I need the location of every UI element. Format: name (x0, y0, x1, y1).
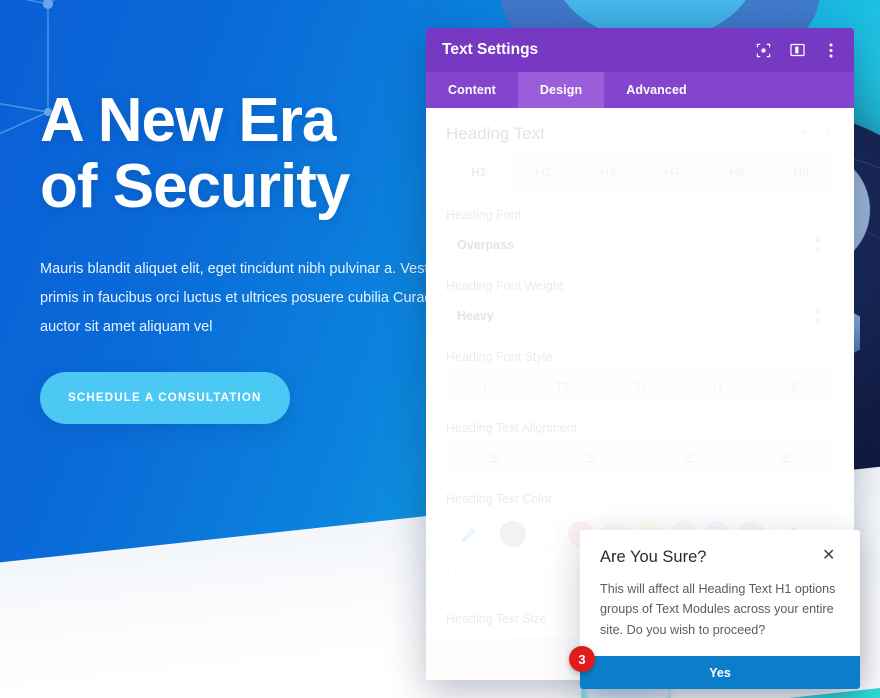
stepper-arrows-icon: ▲ ▼ (813, 234, 823, 256)
confirm-yes-button[interactable]: Yes (580, 656, 860, 690)
heading-level-h1[interactable]: H1 (447, 157, 512, 187)
heading-font-style-field: Heading Font Style I TT Tt U S (446, 350, 834, 403)
panel-tab-bar: Content Design Advanced (426, 72, 854, 108)
swatch-gray[interactable] (500, 521, 526, 547)
heading-font-style-options: I TT Tt U S (446, 371, 834, 403)
panel-cancel-button[interactable]: × (426, 639, 569, 680)
heading-font-weight-select[interactable]: Heavy ▲ ▼ (446, 300, 834, 332)
confirm-dialog: Are You Sure? ✕ This will affect all Hea… (580, 530, 860, 690)
tab-content[interactable]: Content (426, 72, 518, 108)
tab-design[interactable]: Design (517, 72, 605, 108)
confirm-dialog-header: Are You Sure? ✕ (600, 548, 840, 567)
style-underline-icon[interactable]: U (679, 372, 757, 402)
section-more-vertical-icon[interactable]: ⋮ (821, 126, 834, 142)
heading-font-label: Heading Font (446, 208, 522, 222)
close-icon[interactable]: ✕ (822, 548, 840, 566)
tab-advanced[interactable]: Advanced (604, 72, 709, 108)
panel-header: Text Settings (426, 28, 854, 72)
focus-icon[interactable] (754, 41, 772, 59)
align-left-icon[interactable]: ☰ (447, 443, 544, 473)
confirm-dialog-message: This will affect all Heading Text H1 opt… (600, 582, 836, 637)
heading-font-select[interactable]: Overpass ▲ ▼ (446, 229, 834, 261)
heading-level-h2[interactable]: H2 (512, 157, 576, 187)
panel-header-actions (754, 41, 840, 59)
heading-text-alignment-label: Heading Text Alignment (446, 421, 578, 435)
style-capitalize-icon[interactable]: Tt (602, 372, 680, 402)
heading-font-value: Overpass (457, 238, 514, 252)
heading-font-style-label: Heading Font Style (446, 350, 553, 364)
style-strikethrough-icon[interactable]: S (757, 372, 833, 402)
confirm-dialog-title: Are You Sure? (600, 548, 707, 566)
heading-text-color-label: Heading Text Color (446, 492, 553, 506)
style-italic-icon[interactable]: I (447, 372, 525, 402)
confirm-dialog-body: Are You Sure? ✕ This will affect all Hea… (580, 530, 860, 656)
align-right-icon[interactable]: ☰ (641, 443, 738, 473)
heading-font-weight-label: Heading Font Weight (446, 279, 564, 293)
heading-level-h3[interactable]: H3 (576, 157, 641, 187)
align-center-icon[interactable]: ☰ (544, 443, 641, 473)
heading-level-tabs: H1 H2 H3 H4 H5 H6 (446, 156, 834, 188)
schedule-consultation-button[interactable]: SCHEDULE A CONSULTATION (40, 372, 290, 425)
heading-font-weight-value: Heavy (457, 309, 494, 323)
panel-title: Text Settings (442, 41, 539, 58)
heading-font-weight-field: Heading Font Weight Heavy ▲ ▼ (446, 279, 834, 332)
more-vertical-icon[interactable] (822, 41, 840, 59)
style-uppercase-icon[interactable]: TT (524, 372, 602, 402)
eyedropper-icon[interactable] (446, 513, 488, 555)
layout-icon[interactable] (788, 41, 806, 59)
heading-level-h4[interactable]: H4 (641, 157, 705, 187)
heading-text-alignment-options: ☰ ☰ ☰ ☰ (446, 442, 834, 474)
step-badge-3: 3 (569, 646, 595, 672)
section-title: Heading Text (446, 124, 545, 143)
heading-text-section-header: Heading Text ^ ⋮ (446, 124, 834, 144)
heading-level-h6[interactable]: H6 (770, 157, 834, 187)
align-justify-icon[interactable]: ☰ (737, 443, 833, 473)
chevron-up-icon[interactable]: ^ (801, 127, 807, 142)
screenshot-root: A New Era of Security Mauris blandit ali… (0, 0, 880, 698)
heading-font-field: Heading Font Overpass ▲ ▼ (446, 208, 834, 261)
heading-text-alignment-field: Heading Text Alignment ☰ ☰ ☰ ☰ (446, 421, 834, 474)
stepper-arrows-icon: ▲ ▼ (813, 305, 823, 327)
heading-level-h5[interactable]: H5 (705, 157, 770, 187)
swatch-white[interactable] (534, 521, 560, 547)
